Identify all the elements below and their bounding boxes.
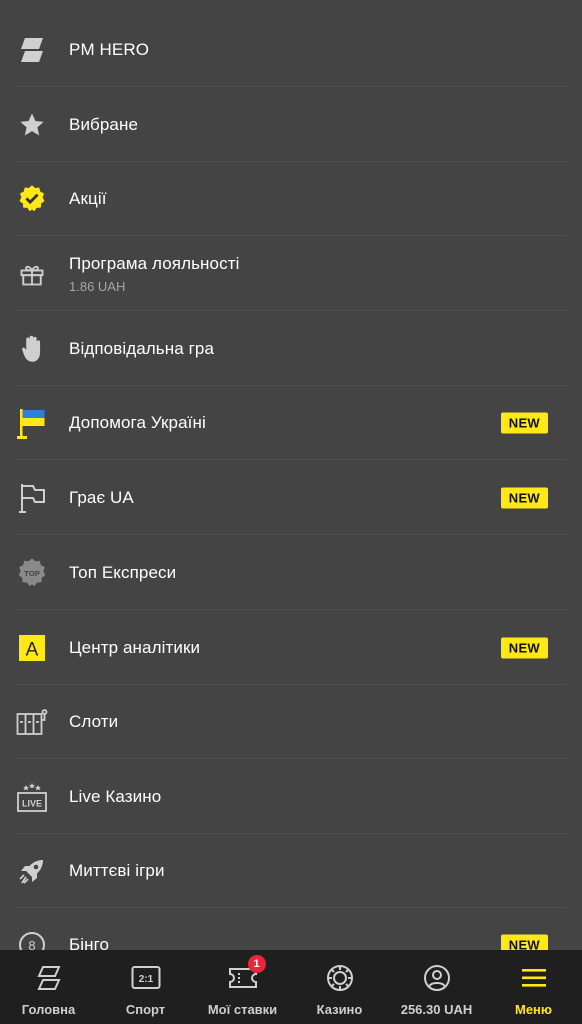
menu-item-label: Грає UA [69, 487, 134, 507]
bottom-nav: Головна 2:1 Спорт 1 Мої ставки Казино 25… [0, 950, 582, 1024]
gift-icon [15, 257, 49, 291]
top-badge-icon: TOP [15, 556, 49, 590]
menu-item-label: PM HERO [69, 39, 150, 59]
menu-item-pm-hero[interactable]: PM HERO [15, 13, 567, 87]
loyalty-balance: 1.86 UAH [69, 278, 126, 294]
ukraine-flag-icon [15, 406, 49, 440]
flag-icon [15, 481, 49, 515]
nav-balance[interactable]: 256.30 UAH [388, 950, 485, 1024]
menu-item-label: Слоти [69, 711, 119, 731]
pm-hero-logo-icon [15, 33, 49, 67]
main-menu: PM HERO Вибране Акції Програма лояльност… [0, 0, 582, 950]
hamburger-icon [519, 963, 549, 993]
live-casino-icon: LIVE [15, 780, 49, 814]
svg-text:A: A [26, 639, 39, 660]
bets-count-badge: 1 [247, 955, 266, 973]
svg-text:TOP: TOP [24, 569, 40, 578]
menu-item-top-express[interactable]: TOP Топ Експреси [15, 536, 567, 610]
menu-item-label: Відповідальна гра [69, 338, 215, 358]
menu-item-help-ukraine[interactable]: Допомога Україні NEW [15, 386, 567, 460]
scoreboard-icon: 2:1 [131, 963, 161, 993]
profile-icon [422, 963, 452, 993]
home-logo-icon [34, 963, 64, 993]
menu-item-slots[interactable]: Слоти [15, 685, 567, 759]
hand-icon [15, 332, 49, 366]
nav-label: Казино [316, 1002, 363, 1017]
menu-item-label: Топ Експреси [69, 562, 177, 582]
star-icon [15, 108, 49, 142]
menu-item-label: Програма лояльності [69, 253, 240, 273]
nav-home[interactable]: Головна [0, 950, 97, 1024]
casino-chip-icon [325, 963, 355, 993]
menu-item-label: Вибране [69, 114, 139, 134]
svg-text:8: 8 [28, 938, 35, 950]
scoreboard-text: 2:1 [138, 974, 153, 985]
check-badge-icon [15, 182, 49, 216]
menu-item-label: Бінго [69, 935, 110, 950]
nav-my-bets[interactable]: 1 Мої ставки [194, 950, 291, 1024]
analytics-a-icon: A [15, 631, 49, 665]
new-badge: NEW [500, 934, 548, 950]
menu-item-plays-ua[interactable]: Грає UA NEW [15, 461, 567, 535]
nav-sport[interactable]: 2:1 Спорт [97, 950, 194, 1024]
rocket-icon [15, 854, 49, 888]
menu-item-label: Центр аналітики [69, 637, 201, 657]
svg-text:LIVE: LIVE [22, 798, 42, 808]
new-badge: NEW [500, 412, 548, 433]
menu-item-favorites[interactable]: Вибране [15, 88, 567, 162]
menu-item-promotions[interactable]: Акції [15, 162, 567, 236]
menu-item-label: Live Казино [69, 786, 162, 806]
menu-item-live-casino[interactable]: LIVE Live Казино [15, 760, 567, 834]
menu-item-responsible-gaming[interactable]: Відповідальна гра [15, 312, 567, 386]
menu-item-instant-games[interactable]: Миттєві ігри [15, 834, 567, 908]
nav-label: Меню [514, 1002, 552, 1017]
menu-item-label: Миттєві ігри [69, 860, 165, 880]
nav-casino[interactable]: Казино [291, 950, 388, 1024]
nav-menu[interactable]: Меню [485, 950, 582, 1024]
menu-item-analytics[interactable]: A Центр аналітики NEW [15, 611, 567, 685]
menu-item-label: Допомога Україні [69, 412, 206, 432]
new-badge: NEW [500, 637, 548, 658]
nav-label: Мої ставки [207, 1002, 278, 1017]
nav-label: Головна [21, 1002, 76, 1017]
nav-label: Спорт [125, 1002, 166, 1017]
menu-item-loyalty[interactable]: Програма лояльності 1.86 UAH [15, 237, 567, 311]
menu-item-label: Акції [69, 188, 107, 208]
slots-icon [15, 705, 49, 739]
new-badge: NEW [500, 487, 548, 508]
menu-item-bingo[interactable]: 8 Бінго NEW [15, 908, 567, 950]
nav-label: 256.30 UAH [400, 1002, 473, 1017]
bingo-ball-icon: 8 [15, 928, 49, 950]
